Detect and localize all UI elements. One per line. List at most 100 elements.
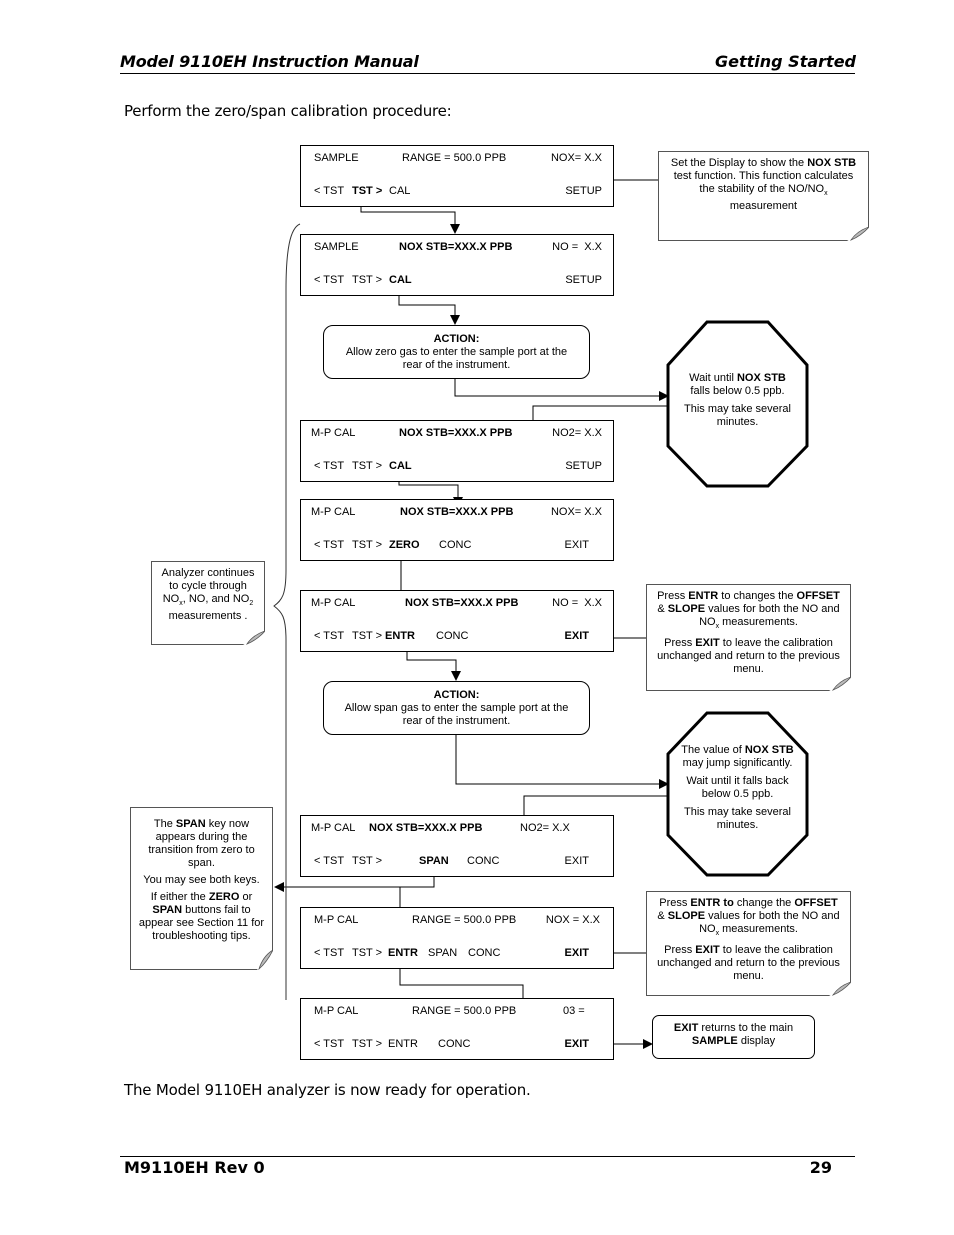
display-screen-sample-noxstb: SAMPLE NOX STB=XXX.X PPB NO = X.X < TST … — [300, 234, 614, 296]
key-prev-test[interactable]: < TST — [314, 947, 344, 959]
screen-reading: NOX = X.X — [545, 914, 600, 926]
screen-message: NOX STB=XXX.X PPB — [399, 241, 513, 253]
text-span: OFFSET — [796, 590, 840, 602]
key-entr[interactable]: ENTR — [388, 947, 418, 959]
screen-mode: M-P CAL — [314, 914, 359, 926]
screen-message: RANGE = 500.0 PPB — [402, 152, 507, 164]
key-cal[interactable]: CAL — [389, 185, 410, 197]
key-next-test[interactable]: TST > — [352, 539, 382, 551]
key-span[interactable]: SPAN — [428, 947, 457, 959]
key-entr[interactable]: ENTR — [388, 1038, 418, 1050]
text-span: Press — [657, 590, 689, 602]
text-span: , NO, and NO — [182, 593, 250, 605]
note-span-key: The SPAN key now appears during the tran… — [130, 807, 273, 970]
text-span: The — [153, 818, 176, 830]
text-span: SAMPLE — [691, 1035, 738, 1047]
key-exit[interactable]: EXIT — [565, 630, 589, 642]
key-next-test[interactable]: TST > — [352, 855, 382, 867]
key-prev-test[interactable]: < TST — [314, 855, 344, 867]
key-cal[interactable]: CAL — [389, 460, 412, 472]
key-setup[interactable]: SETUP — [565, 274, 602, 286]
note-set-display: Set the Display to show the NOX STB test… — [658, 151, 869, 241]
key-prev-test[interactable]: < TST — [314, 1038, 344, 1050]
key-next-test[interactable]: TST > — [352, 185, 382, 197]
text-span: may jump significantly. — [682, 757, 793, 769]
screen-message: NOX STB=XXX.X PPB — [369, 822, 483, 834]
page-curl-icon — [847, 227, 869, 241]
key-exit[interactable]: EXIT — [565, 947, 589, 959]
text-span: OFFSET — [794, 897, 838, 909]
text-span: ENTR to — [690, 897, 734, 909]
text-span: This may take several minutes. — [684, 806, 791, 831]
text-span: ENTR — [688, 590, 719, 602]
key-prev-test[interactable]: < TST — [314, 630, 344, 642]
key-exit[interactable]: EXIT — [565, 539, 589, 551]
key-next-test[interactable]: TST > — [352, 947, 382, 959]
action-title: ACTION: — [433, 333, 480, 345]
key-conc[interactable]: CONC — [467, 855, 499, 867]
text-span: Press — [664, 944, 696, 957]
display-screen-mpcal-entr: M-P CAL NOX STB=XXX.X PPB NO = X.X < TST… — [300, 590, 614, 652]
key-conc[interactable]: CONC — [438, 1038, 470, 1050]
text-span: EXIT — [695, 637, 720, 650]
action-box-span-gas: ACTION: Allow span gas to enter the samp… — [323, 681, 590, 735]
key-setup[interactable]: SETUP — [565, 185, 602, 197]
text-span: measurements . — [168, 610, 248, 623]
key-conc[interactable]: CONC — [468, 947, 500, 959]
key-prev-test[interactable]: < TST — [314, 185, 344, 197]
screen-mode: SAMPLE — [314, 152, 359, 164]
text-span: measurements. — [719, 923, 798, 935]
text-span: EXIT — [673, 1022, 699, 1034]
stop-sign-2-text: The value of NOX STB may jump significan… — [680, 744, 795, 837]
text-span: falls below 0.5 ppb. — [690, 385, 785, 397]
text-span: x — [824, 190, 828, 198]
key-entr[interactable]: ENTR — [385, 630, 415, 642]
key-cal[interactable]: CAL — [389, 274, 412, 286]
key-next-test[interactable]: TST > — [352, 630, 382, 642]
display-screen-mpcal-zero: M-P CAL NOX STB=XXX.X PPB NOX= X.X < TST… — [300, 499, 614, 561]
screen-mode: M-P CAL — [311, 506, 356, 518]
key-next-test[interactable]: TST > — [352, 460, 382, 472]
key-prev-test[interactable]: < TST — [314, 539, 344, 551]
screen-message: NOX STB=XXX.X PPB — [399, 427, 513, 439]
screen-reading: NO2= X.X — [520, 822, 570, 834]
stop-sign-1-text: Wait until NOX STB falls below 0.5 ppb. … — [680, 372, 795, 434]
footer-revision: M9110EH Rev 0 — [124, 1158, 265, 1177]
screen-message: NOX STB=XXX.X PPB — [405, 597, 519, 609]
note-analyzer-cycle: Analyzer continues to cycle through NOx,… — [151, 561, 265, 645]
text-span: If either the — [150, 891, 209, 903]
note-entr-span: Press ENTR to change the OFFSET & SLOPE … — [646, 891, 851, 996]
page-curl-icon — [829, 982, 851, 996]
key-zero[interactable]: ZERO — [389, 539, 420, 551]
key-exit[interactable]: EXIT — [565, 1038, 589, 1050]
screen-mode: SAMPLE — [314, 241, 359, 253]
text-span: SPAN — [175, 818, 206, 830]
text-span: SLOPE — [667, 910, 706, 922]
arrow-action2-to-stop2 — [455, 734, 669, 789]
text-span: Set the Display to show the — [670, 157, 805, 169]
text-span: SPAN — [152, 904, 183, 916]
text-span: SLOPE — [667, 603, 706, 615]
screen-message: NOX STB=XXX.X PPB — [400, 506, 514, 518]
key-prev-test[interactable]: < TST — [314, 460, 344, 472]
key-setup[interactable]: SETUP — [565, 460, 602, 472]
screen-reading: NO = X.X — [552, 241, 602, 253]
key-next-test[interactable]: TST > — [352, 274, 382, 286]
key-conc[interactable]: CONC — [436, 630, 468, 642]
display-screen-mpcal-final: M-P CAL RANGE = 500.0 PPB 03 = < TST TST… — [300, 998, 614, 1060]
arrow-action1-to-stop1 — [454, 379, 669, 401]
text-span: or — [239, 891, 253, 903]
screen-mode: M-P CAL — [311, 822, 356, 834]
screen-reading: NOX= X.X — [550, 506, 602, 518]
outro-text: The Model 9110EH analyzer is now ready f… — [124, 1081, 531, 1099]
key-conc[interactable]: CONC — [439, 539, 471, 551]
text-span: Wait until — [689, 372, 737, 384]
key-prev-test[interactable]: < TST — [314, 274, 344, 286]
action-box-zero-gas: ACTION: Allow zero gas to enter the samp… — [323, 325, 590, 379]
key-next-test[interactable]: TST > — [352, 1038, 382, 1050]
footer-rule — [120, 1156, 855, 1157]
action-text: Allow zero gas to enter the sample port … — [345, 346, 568, 371]
text-span: to changes the — [718, 590, 797, 602]
key-span[interactable]: SPAN — [419, 855, 449, 867]
key-exit[interactable]: EXIT — [565, 855, 589, 867]
